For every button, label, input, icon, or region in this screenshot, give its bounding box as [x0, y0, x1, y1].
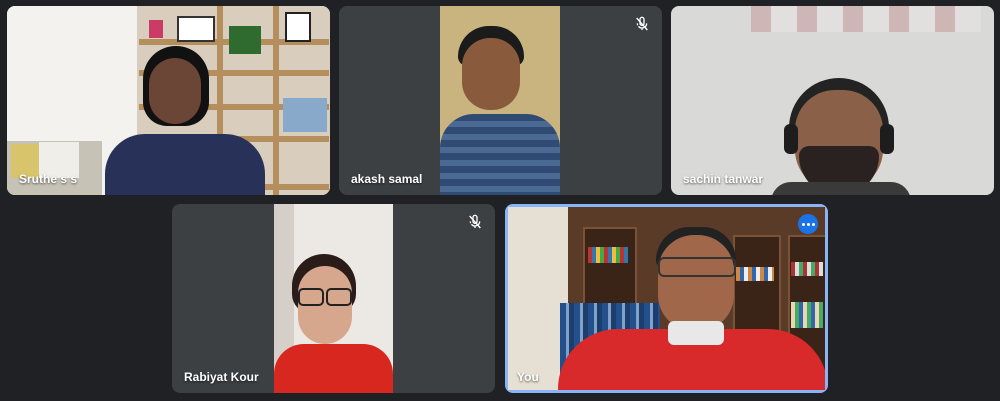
- participant-video: [7, 6, 330, 195]
- mic-off-icon: [469, 214, 481, 229]
- participant-tile[interactable]: Rabiyat Kour: [172, 204, 495, 393]
- participant-name: Rabiyat Kour: [184, 370, 259, 384]
- self-view-tile[interactable]: You: [505, 204, 828, 393]
- mic-off-icon: [636, 16, 648, 31]
- participant-video: [440, 6, 560, 195]
- participant-name: Sruthe s s: [19, 172, 78, 186]
- participant-tile[interactable]: akash samal: [339, 6, 662, 195]
- more-options-icon[interactable]: [798, 214, 818, 234]
- participant-video: [671, 6, 994, 195]
- participant-video: [508, 207, 825, 390]
- participant-name: You: [517, 370, 539, 384]
- participant-name: sachin tanwar: [683, 172, 764, 186]
- participant-tile[interactable]: Sruthe s s: [7, 6, 330, 195]
- participant-video: [274, 204, 393, 393]
- participant-name: akash samal: [351, 172, 423, 186]
- participant-tile[interactable]: sachin tanwar: [671, 6, 994, 195]
